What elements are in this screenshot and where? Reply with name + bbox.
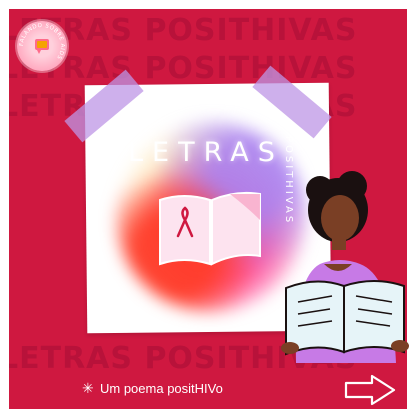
woman-reading-illustration (281, 171, 409, 363)
post-caption: ✳ Um poema positHIVo (82, 380, 223, 397)
held-book (285, 280, 405, 356)
asterisk-icon: ✳ (82, 380, 94, 396)
arrow-right-icon (344, 374, 396, 406)
next-arrow-button[interactable] (342, 373, 398, 407)
post-frame: LETRAS POSITHIVAS LETRAS POSITHIVAS LETR… (0, 0, 416, 419)
background-text-row: LETRAS POSITHIVAS (9, 13, 358, 48)
post-title: LETRAS (128, 137, 284, 168)
background-text-row: LETRAS POSITHIVAS (9, 51, 358, 86)
caption-text: Um poema positHIVo (100, 381, 223, 396)
logo-ring-text: FALANDO SOBRE AIDS (19, 23, 64, 61)
brand-logo: FALANDO SOBRE AIDS (17, 21, 67, 71)
open-book-icon (159, 191, 261, 266)
